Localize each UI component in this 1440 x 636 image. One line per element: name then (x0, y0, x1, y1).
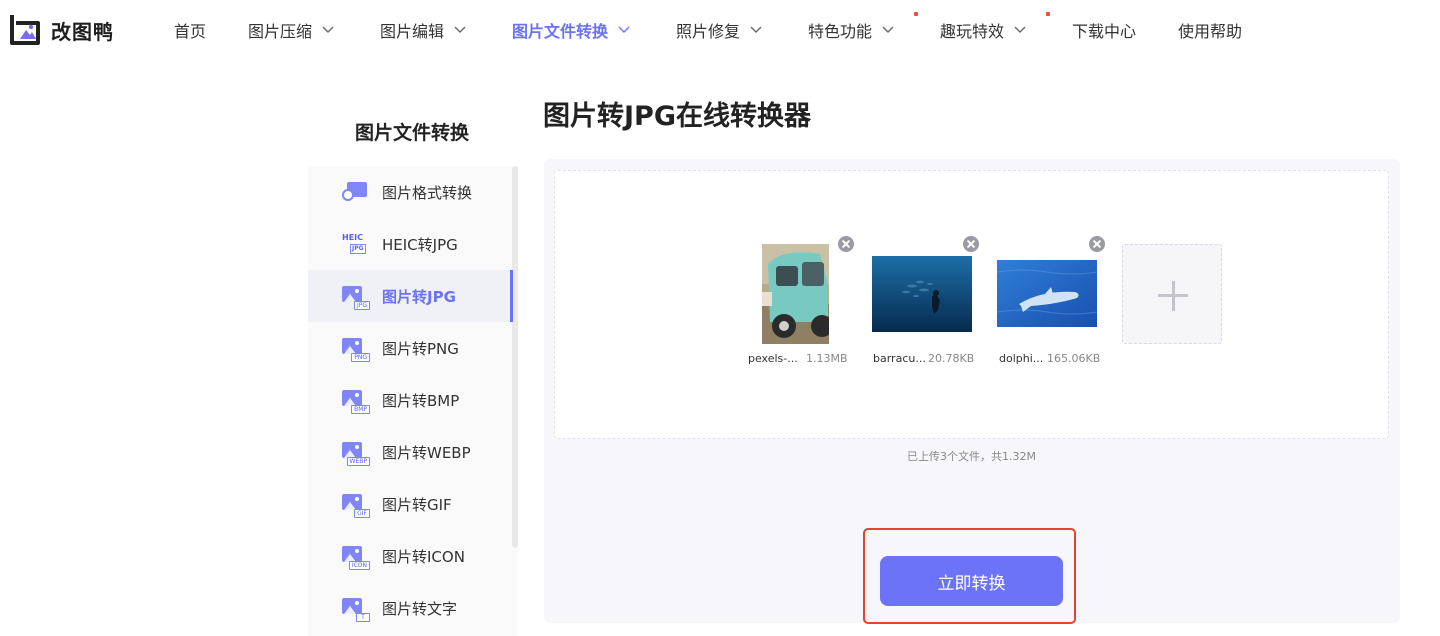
nav-special-features-label: 特色功能 (808, 22, 873, 41)
file-thumbnail-diver (872, 256, 972, 332)
sidebar-item-to-bmp[interactable]: BMP 图片转BMP (308, 374, 512, 426)
sidebar-item-label: 图片转WEBP (382, 443, 471, 462)
file-size: 20.78KB (928, 352, 975, 365)
hot-badge-icon (914, 12, 918, 16)
dolphin-photo-image (997, 260, 1097, 327)
upload-summary: 已上传3个文件，共1.32M (907, 450, 1036, 463)
nav-help-label: 使用帮助 (1178, 22, 1243, 41)
nav-download-center[interactable]: 下载中心 (1072, 18, 1136, 42)
chevron-down-icon (454, 26, 466, 33)
nav-image-edit[interactable]: 图片编辑 (380, 18, 466, 42)
nav-home-label: 首页 (174, 22, 207, 41)
remove-file-3-icon[interactable] (1089, 236, 1105, 252)
sidebar-item-to-png[interactable]: PNG 图片转PNG (308, 322, 512, 374)
hot-badge-icon (1046, 12, 1050, 16)
convert-now-button[interactable]: 立即转换 (880, 556, 1063, 606)
sidebar-active-indicator (510, 270, 513, 322)
sidebar-item-label: 图片转GIF (382, 495, 452, 514)
sidebar-item-format-convert[interactable]: 图片格式转换 (308, 166, 512, 218)
remove-file-2-icon[interactable] (963, 236, 979, 252)
icon-format-icon: ICON (342, 546, 370, 570)
nav-image-compress[interactable]: 图片压缩 (248, 18, 334, 42)
png-icon: PNG (342, 338, 370, 362)
nav-photo-repair-label: 照片修复 (676, 22, 741, 41)
nav-fun-effects-label: 趣玩特效 (940, 22, 1005, 41)
chevron-down-icon (322, 26, 334, 33)
file-thumbnail-dolphin (997, 260, 1097, 327)
logo-text: 改图鸭 (51, 19, 114, 44)
duck-logo-icon (10, 15, 40, 45)
sidebar-item-label: 图片转JPG (382, 287, 456, 306)
webp-icon: WEBP (342, 442, 370, 466)
file-size: 1.13MB (806, 352, 848, 365)
nav-home[interactable]: 首页 (174, 18, 206, 42)
nav-image-compress-label: 图片压缩 (248, 22, 313, 41)
sidebar-item-to-gif[interactable]: GIF 图片转GIF (308, 478, 512, 530)
sidebar-item-to-jpg[interactable]: JPG 图片转JPG (308, 270, 512, 322)
chevron-down-icon (882, 26, 894, 33)
sidebar-item-label: 图片格式转换 (382, 183, 473, 202)
nav-help[interactable]: 使用帮助 (1178, 18, 1242, 42)
sidebar-scrollbar[interactable] (512, 166, 518, 548)
heic-icon: HEIC JPG (342, 233, 366, 254)
format-convert-icon (342, 182, 368, 202)
chevron-down-icon (750, 26, 762, 33)
file-name: pexels-... (748, 352, 798, 365)
logo[interactable]: 改图鸭 (8, 12, 114, 48)
diver-photo-image (872, 256, 972, 332)
sidebar-item-to-icon[interactable]: ICON 图片转ICON (308, 530, 512, 582)
nav-image-file-convert[interactable]: 图片文件转换 (512, 18, 630, 42)
nav-download-center-label: 下载中心 (1072, 22, 1137, 41)
page-title: 图片转JPG在线转换器 (543, 101, 811, 132)
file-name: dolphi... (999, 352, 1044, 365)
chevron-down-icon (1014, 26, 1026, 33)
sidebar-item-label: 图片转ICON (382, 547, 465, 566)
sidebar-item-to-text[interactable]: T 图片转文字 (308, 582, 512, 634)
sidebar-item-to-webp[interactable]: WEBP 图片转WEBP (308, 426, 512, 478)
text-icon: T (342, 598, 370, 622)
add-file-button[interactable] (1122, 244, 1222, 344)
file-thumbnail-car (762, 244, 829, 344)
file-name: barracu... (873, 352, 926, 365)
nav-fun-effects[interactable]: 趣玩特效 (940, 18, 1026, 42)
nav-special-features[interactable]: 特色功能 (808, 18, 894, 42)
chevron-down-icon (618, 26, 630, 33)
sidebar-item-heic-to-jpg[interactable]: HEIC JPG HEIC转JPG (308, 218, 512, 270)
bmp-icon: BMP (342, 390, 370, 414)
top-navbar: 改图鸭 首页 图片压缩 图片编辑 图片文件转换 照片修复 特色功能 趣玩特效 下… (0, 0, 1440, 60)
file-size: 165.06KB (1047, 352, 1101, 365)
nav-image-edit-label: 图片编辑 (380, 22, 445, 41)
sidebar-item-label: 图片转文字 (382, 599, 458, 618)
nav-photo-repair[interactable]: 照片修复 (676, 18, 762, 42)
remove-file-1-icon[interactable] (838, 236, 854, 252)
sidebar-item-label: 图片转PNG (382, 339, 459, 358)
car-photo-image (762, 244, 829, 344)
sidebar-title: 图片文件转换 (354, 122, 469, 144)
nav-image-file-convert-label: 图片文件转换 (512, 22, 609, 41)
jpg-icon: JPG (342, 286, 370, 310)
sidebar-item-label: 图片转BMP (382, 391, 460, 410)
gif-icon: GIF (342, 494, 370, 518)
sidebar-item-label: HEIC转JPG (382, 235, 458, 254)
